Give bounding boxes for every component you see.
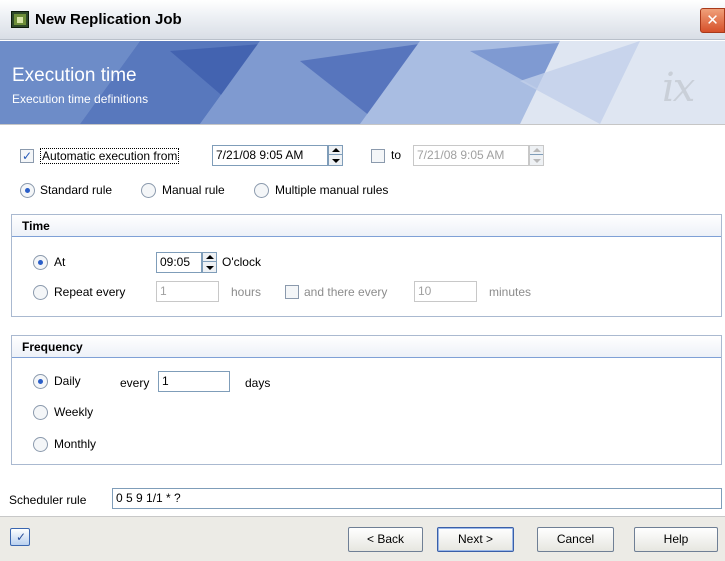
spinner-down-icon[interactable] <box>530 156 543 165</box>
at-label: At <box>54 255 66 269</box>
spinner-down-icon[interactable] <box>203 263 216 272</box>
time-group-header: Time <box>12 215 721 237</box>
and-there-every-checkbox[interactable] <box>285 285 299 299</box>
from-datetime-spinner[interactable] <box>328 145 343 166</box>
time-group: Time <box>11 214 722 317</box>
help-button[interactable]: Help <box>634 527 718 552</box>
banner-subtitle: Execution time definitions <box>12 92 149 106</box>
auto-execution-checkbox[interactable] <box>20 149 34 163</box>
every-label: every <box>120 376 150 390</box>
cancel-button[interactable]: Cancel <box>537 527 614 552</box>
scheduler-rule-label: Scheduler rule <box>9 493 87 507</box>
app-icon <box>11 11 29 28</box>
at-time-spinner[interactable] <box>202 252 217 273</box>
banner-divider <box>0 124 725 125</box>
scheduler-rule-field[interactable]: 0 5 9 1/1 * ? <box>112 488 722 509</box>
standard-rule-radio[interactable] <box>20 183 35 198</box>
weekly-radio[interactable] <box>33 405 48 420</box>
weekly-label: Weekly <box>54 405 94 419</box>
monthly-radio[interactable] <box>33 437 48 452</box>
to-label: to <box>391 148 402 162</box>
repeat-every-label: Repeat every <box>54 285 126 299</box>
title-bar: New Replication Job ✕ <box>0 0 725 40</box>
spinner-up-icon[interactable] <box>530 146 543 155</box>
monthly-label: Monthly <box>54 437 97 451</box>
every-days-field[interactable]: 1 <box>158 371 230 392</box>
header-banner: Execution time Execution time definition… <box>0 41 725 124</box>
minutes-label: minutes <box>489 285 532 299</box>
minutes-field[interactable]: 10 <box>414 281 477 302</box>
dialog-window: New Replication Job ✕ Execution time Exe… <box>0 0 725 561</box>
from-datetime-field[interactable]: 7/21/08 9:05 AM <box>212 145 328 166</box>
daily-label: Daily <box>54 374 81 388</box>
help-check-icon[interactable] <box>10 528 30 546</box>
daily-radio[interactable] <box>33 374 48 389</box>
hours-label: hours <box>231 285 262 299</box>
repeat-every-radio[interactable] <box>33 285 48 300</box>
to-datetime-field[interactable]: 7/21/08 9:05 AM <box>413 145 529 166</box>
auto-execution-label[interactable]: Automatic execution from <box>40 148 180 164</box>
spinner-up-icon[interactable] <box>329 146 342 155</box>
multiple-manual-rules-radio[interactable] <box>254 183 269 198</box>
frequency-group: Frequency <box>11 335 722 465</box>
standard-rule-label: Standard rule <box>40 183 113 197</box>
to-checkbox[interactable] <box>371 149 385 163</box>
multiple-manual-rules-label: Multiple manual rules <box>275 183 389 197</box>
banner-title: Execution time <box>12 65 137 86</box>
spinner-down-icon[interactable] <box>329 156 342 165</box>
button-bar: < Back Next > Cancel Help <box>0 516 725 561</box>
spinner-up-icon[interactable] <box>203 253 216 262</box>
to-datetime-spinner[interactable] <box>529 145 544 166</box>
next-button[interactable]: Next > <box>437 527 514 552</box>
and-there-every-label: and there every <box>304 285 388 299</box>
window-title: New Replication Job <box>35 11 182 28</box>
repeat-hours-field[interactable]: 1 <box>156 281 219 302</box>
frequency-group-header: Frequency <box>12 336 721 358</box>
close-button[interactable]: ✕ <box>700 8 725 33</box>
manual-rule-label: Manual rule <box>162 183 225 197</box>
frequency-group-title: Frequency <box>22 340 83 354</box>
ix-logo: ix <box>662 65 695 111</box>
days-label: days <box>245 376 271 390</box>
oclock-label: O'clock <box>222 255 261 269</box>
manual-rule-radio[interactable] <box>141 183 156 198</box>
at-radio[interactable] <box>33 255 48 270</box>
at-time-field[interactable]: 09:05 <box>156 252 202 273</box>
time-group-title: Time <box>22 219 50 233</box>
back-button[interactable]: < Back <box>348 527 423 552</box>
